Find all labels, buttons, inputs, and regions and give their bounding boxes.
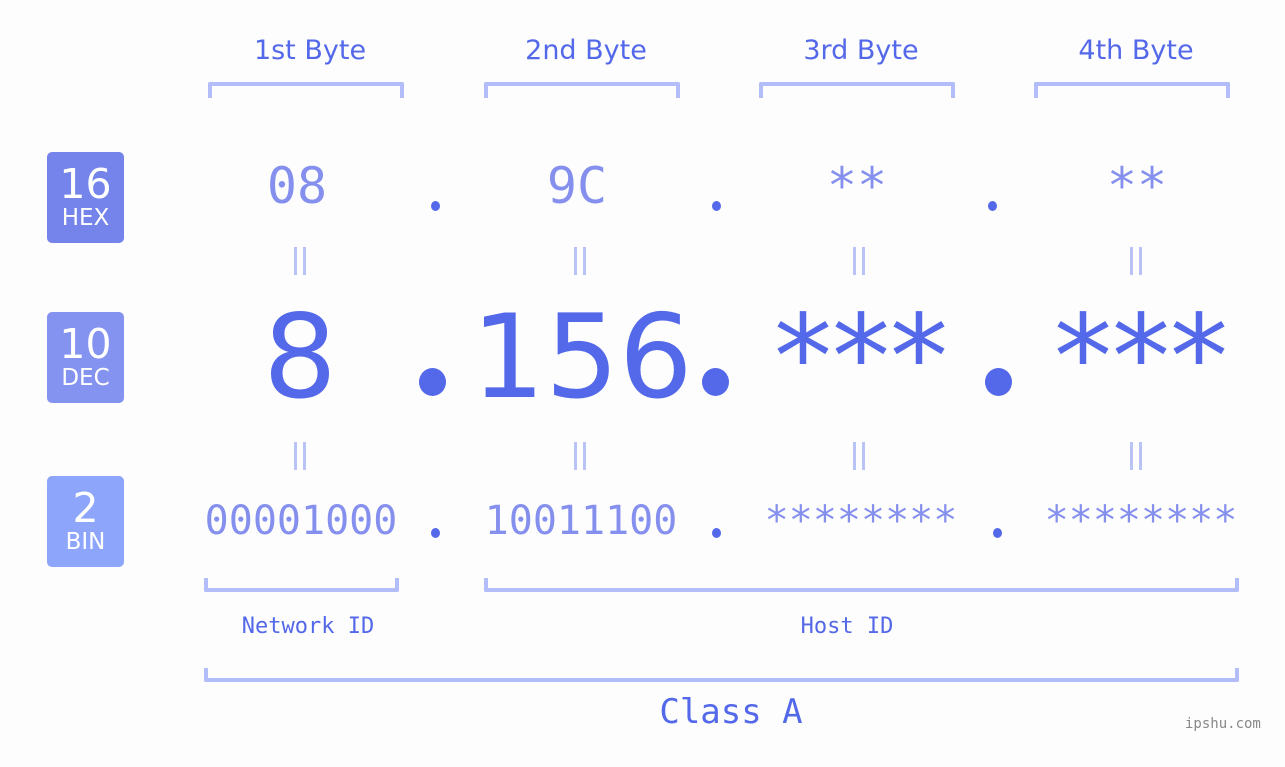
equals-icon: [849, 247, 869, 275]
hex-dot-separator: [431, 201, 440, 211]
class-label: Class A: [659, 692, 803, 732]
dec-dot-separator: [985, 368, 1012, 396]
equals-icon: [849, 442, 869, 470]
byte-header-1: 1st Byte: [253, 35, 367, 66]
bin-dot-separator: [712, 528, 721, 538]
dec-badge-base: 10: [59, 320, 112, 368]
hex-dot-separator: [712, 201, 721, 211]
equals-icon: [1126, 442, 1146, 470]
hex-byte-2: 9C: [546, 157, 608, 215]
bin-dot-separator: [993, 528, 1002, 538]
bin-byte-3: ********: [764, 498, 958, 544]
hex-dot-separator: [988, 201, 997, 211]
dec-badge-label: DEC: [61, 365, 110, 391]
byte-header-2: 2nd Byte: [525, 35, 647, 66]
dec-byte-4: ***: [1054, 290, 1228, 425]
byte-bracket-3: [759, 82, 955, 98]
watermark: ipshu.com: [1185, 716, 1261, 732]
dec-byte-2: 156: [471, 290, 693, 425]
bin-byte-1: 00001000: [204, 498, 398, 544]
equals-icon: [290, 247, 310, 275]
equals-icon: [1126, 247, 1146, 275]
hex-byte-4: **: [1106, 157, 1168, 215]
bin-badge-base: 2: [72, 484, 99, 532]
dec-dot-separator: [419, 368, 446, 396]
equals-icon: [570, 442, 590, 470]
bin-badge-label: BIN: [65, 529, 106, 555]
hex-badge-base: 16: [59, 160, 112, 208]
hex-badge-label: HEX: [61, 205, 110, 231]
bin-badge: 2 BIN: [47, 476, 124, 567]
bin-byte-2: 10011100: [484, 498, 678, 544]
dec-byte-3: ***: [774, 290, 948, 425]
bin-dot-separator: [431, 528, 440, 538]
hex-byte-3: **: [826, 157, 888, 215]
hex-badge: 16 HEX: [47, 152, 124, 243]
bin-byte-4: ********: [1044, 498, 1238, 544]
network-id-bracket: [204, 578, 399, 592]
dec-badge: 10 DEC: [47, 312, 124, 403]
byte-header-3: 3rd Byte: [803, 35, 919, 66]
equals-icon: [570, 247, 590, 275]
byte-bracket-1: [208, 82, 404, 98]
dec-byte-1: 8: [263, 290, 337, 425]
byte-bracket-2: [484, 82, 680, 98]
equals-icon: [290, 442, 310, 470]
class-bracket: [204, 668, 1239, 682]
hex-byte-1: 08: [266, 157, 328, 215]
network-id-label: Network ID: [241, 614, 375, 639]
dec-dot-separator: [702, 368, 729, 396]
host-id-label: Host ID: [800, 614, 894, 639]
host-id-bracket: [484, 578, 1239, 592]
byte-bracket-4: [1034, 82, 1230, 98]
byte-header-4: 4th Byte: [1078, 35, 1194, 66]
